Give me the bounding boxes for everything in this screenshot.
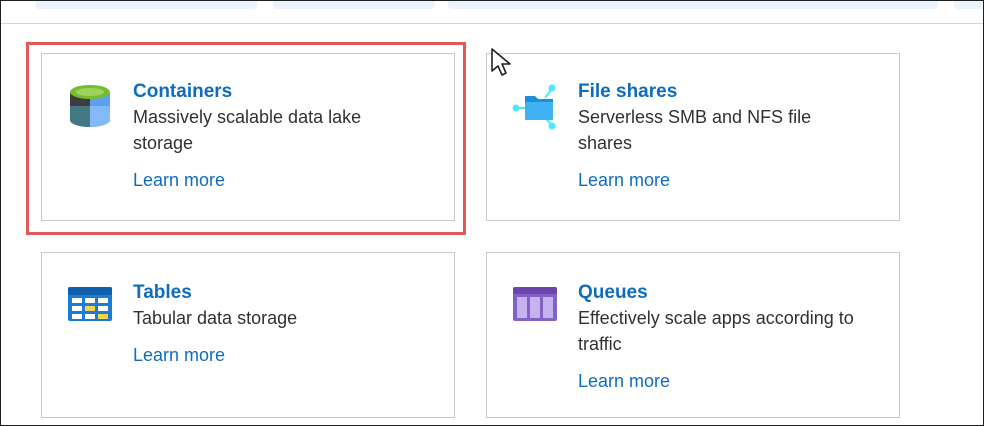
top-tab-1[interactable]: [35, 1, 257, 9]
tables-description: Tabular data storage: [133, 308, 298, 328]
tables-tile-body: Tables Tabular data storage Learn more: [133, 281, 433, 367]
folder-network-icon: [511, 80, 559, 132]
tables-tile[interactable]: Tables Tabular data storage Learn more: [41, 252, 455, 418]
queues-description: Effectively scale apps according to traf…: [578, 308, 854, 354]
container-cylinder-icon: [66, 80, 114, 132]
table-grid-icon: [66, 285, 114, 337]
tables-learn-more-link[interactable]: Learn more: [133, 343, 225, 367]
containers-tile[interactable]: Containers Massively scalable data lake …: [41, 53, 455, 221]
top-tab-2[interactable]: [273, 1, 435, 9]
top-tab-4[interactable]: [954, 1, 983, 9]
tables-title[interactable]: Tables: [133, 281, 433, 305]
file-shares-tile-body: File shares Serverless SMB and NFS file …: [578, 80, 878, 192]
containers-description: Massively scalable data lake storage: [133, 107, 362, 153]
file-shares-title[interactable]: File shares: [578, 80, 878, 104]
queues-learn-more-link[interactable]: Learn more: [578, 369, 670, 393]
mouse-pointer-icon: [490, 47, 516, 79]
file-shares-learn-more-link[interactable]: Learn more: [578, 168, 670, 192]
top-tab-3[interactable]: [448, 1, 938, 9]
queues-tile-body: Queues Effectively scale apps according …: [578, 281, 878, 393]
storage-services-panel: Containers Massively scalable data lake …: [0, 0, 984, 426]
queues-tile[interactable]: Queues Effectively scale apps according …: [486, 252, 900, 418]
containers-tile-body: Containers Massively scalable data lake …: [133, 80, 433, 192]
queues-title[interactable]: Queues: [578, 281, 878, 305]
file-shares-description: Serverless SMB and NFS file shares: [578, 107, 812, 153]
top-tab-strip: [1, 1, 983, 24]
queue-columns-icon: [511, 285, 559, 337]
containers-title[interactable]: Containers: [133, 80, 433, 104]
containers-learn-more-link[interactable]: Learn more: [133, 168, 225, 192]
file-shares-tile[interactable]: File shares Serverless SMB and NFS file …: [486, 53, 900, 221]
